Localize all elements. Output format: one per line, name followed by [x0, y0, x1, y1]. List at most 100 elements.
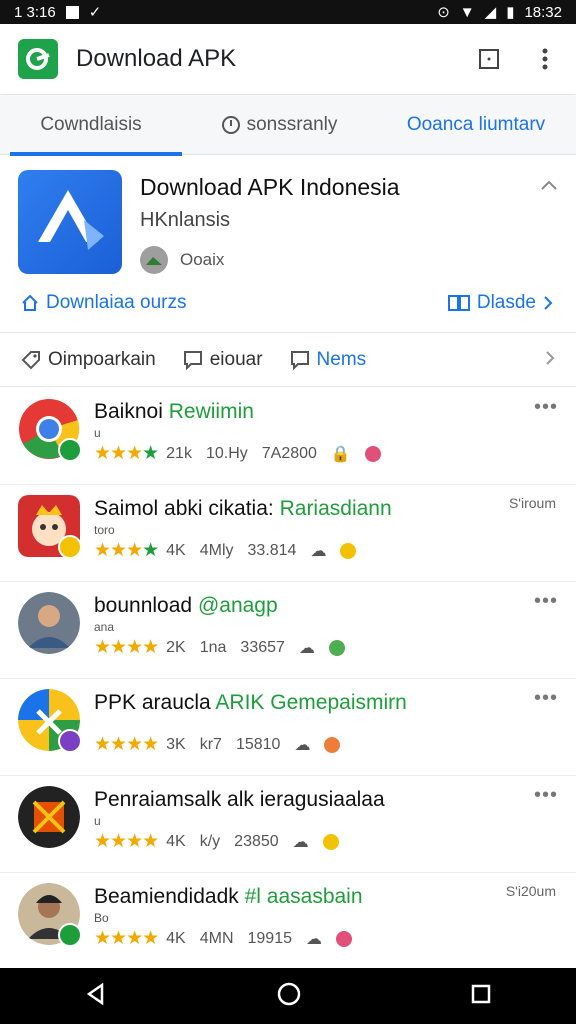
back-button[interactable] [84, 982, 108, 1011]
installs: 4MN [199, 929, 234, 947]
app-tag: ana [94, 620, 115, 634]
app-name: bounnload [94, 594, 193, 617]
more-options-icon[interactable]: ••• [534, 396, 558, 419]
tab-second[interactable]: sonssranly [182, 95, 376, 155]
cloud-icon: ☁ [294, 736, 311, 754]
tag-icon [21, 350, 40, 369]
rating-count: 4K [166, 832, 186, 850]
clock-icon [221, 115, 240, 134]
app-size: 23850 [234, 832, 279, 850]
cloud-icon: ☁ [310, 542, 327, 560]
app-size: 33657 [240, 638, 285, 656]
person-icon [18, 592, 80, 654]
chevron-right-icon[interactable] [544, 349, 556, 373]
cast-button[interactable] [476, 46, 502, 72]
rating-count: 21k [166, 444, 192, 462]
more-options-icon[interactable]: ••• [534, 687, 558, 710]
tab-downloads[interactable]: Cowndlaisis [0, 95, 182, 156]
chevron-right-icon [544, 296, 553, 310]
app-title: PPK araucla ARIK Gemepaismirn [94, 691, 407, 715]
tab-label: sonssranly [246, 113, 338, 135]
app-highlight: Rariasdiann [279, 497, 392, 520]
app-meta: ★★★★ 21k 10.Hy 7A2800 🔒 [94, 442, 381, 465]
tab-label: Ooanca liumtarv [406, 113, 546, 135]
badge-icon [58, 535, 82, 559]
app-title: Download APK [76, 45, 237, 72]
more-options-icon[interactable]: ••• [534, 590, 558, 613]
app-list-item[interactable]: PPK araucla ARIK Gemepaismirn ★★★★ 3K kr… [0, 679, 576, 776]
check-icon: ✓ [88, 4, 102, 21]
featured-app-card[interactable]: Download APK Indonesia HKnlansis Ooaix D… [0, 156, 576, 333]
details-link-label: Dlasde [476, 292, 536, 313]
app-highlight: ARIK Gemepaismirn [215, 691, 407, 714]
chevron-up-icon[interactable] [540, 178, 558, 196]
verified-badge-icon [58, 438, 82, 462]
rating-count: 4K [166, 929, 186, 947]
app-name: Baiknoi [94, 400, 163, 423]
download-link[interactable]: Downlaiaa ourzs [20, 292, 186, 314]
app-list-item[interactable]: Penraiamsalk alk ieragusiaalaa u ★★★★ 4K… [0, 776, 576, 873]
app-highlight: @anagp [197, 594, 278, 617]
app-size-label: S'iroum [508, 495, 556, 511]
filter-chip-news[interactable]: Nems [289, 349, 366, 371]
installs: 4Mly [199, 541, 234, 559]
details-link[interactable]: Dlasde [447, 292, 554, 314]
app-name: Saimol abki cikatia: [94, 497, 274, 520]
home-icon [22, 294, 38, 311]
cloud-icon: ☁ [306, 930, 322, 948]
filter-chip-compare[interactable]: Oimpoarkain [20, 349, 156, 371]
app-logo-icon[interactable] [18, 39, 58, 79]
app-meta: ★★★★ 2K 1na 33657 ☁ [94, 636, 345, 659]
featured-app-icon [18, 170, 122, 274]
status-bar: 1 3:16 ✓ ⊙ ▼ ◢ ▮ 18:32 [0, 0, 576, 24]
lock-icon: 🔒 [330, 445, 351, 463]
app-list-item[interactable]: Baiknoi Rewiimin u ★★★★ 21k 10.Hy 7A2800… [0, 388, 576, 485]
notification-icon [65, 5, 79, 19]
badge-icon [58, 729, 82, 753]
app-list-item[interactable]: bounnload @anagp ana ★★★★ 2K 1na 33657 ☁… [0, 582, 576, 679]
app-name: Penraiamsalk alk ieragusiaalaa [94, 788, 385, 811]
featured-developer: Ooaix [180, 250, 225, 269]
rating-stars-icon: ★★★★ [94, 734, 159, 755]
app-list-item[interactable]: Beamiendidadk #l aasasbain Bo ★★★★ 4K 4M… [0, 873, 576, 969]
emoji-icon [340, 542, 357, 559]
emoji-icon [324, 736, 341, 753]
app-meta: ★★★★ 4K 4Mly 33.814 ☁ [94, 539, 357, 562]
more-options-button[interactable] [532, 46, 558, 72]
app-size: 33.814 [247, 541, 297, 559]
game-icon [18, 786, 80, 848]
rating-stars-icon: ★★★★ [94, 928, 159, 949]
rating-count: 2K [166, 638, 186, 656]
app-size-label: S'i20um [505, 883, 556, 899]
app-title: Penraiamsalk alk ieragusiaalaa [94, 788, 385, 812]
app-tag: Bo [94, 911, 109, 925]
signal-icon: ◢ [484, 4, 497, 21]
app-list-item[interactable]: Saimol abki cikatia: Rariasdiann toro ★★… [0, 485, 576, 582]
featured-subtitle: HKnlansis [140, 209, 231, 231]
app-title: Beamiendidadk #l aasasbain [94, 885, 363, 909]
app-size: 19915 [247, 929, 293, 947]
app-size: 15810 [235, 735, 281, 753]
rating-stars-icon: ★★★★ [94, 831, 159, 852]
app-highlight: Rewiimin [168, 400, 254, 423]
battery-icon: ▮ [506, 4, 515, 21]
location-icon: ⊙ [437, 4, 450, 21]
back-icon [86, 982, 104, 1005]
download-link-label: Downlaiaa ourzs [46, 292, 187, 313]
rating-stars-icon: ★★★★ [94, 443, 159, 464]
emoji-icon [328, 639, 345, 656]
installs: k/y [199, 832, 221, 850]
recents-button[interactable] [470, 983, 492, 1010]
app-meta: ★★★★ 4K 4MN 19915 ☁ [94, 927, 352, 950]
more-options-icon[interactable]: ••• [534, 784, 558, 807]
filter-chip-second[interactable]: eiouar [182, 349, 263, 371]
app-highlight: #l aasasbain [244, 885, 363, 908]
app-tag: u [94, 426, 101, 440]
filter-label: eiouar [209, 348, 263, 370]
tab-third[interactable]: Ooanca liumtarv [376, 95, 576, 155]
filter-label: Oimpoarkain [48, 348, 156, 370]
tab-label: Cowndlaisis [40, 113, 142, 135]
home-button[interactable] [276, 981, 302, 1012]
tab-bar: Cowndlaisis sonssranly Ooanca liumtarv [0, 95, 576, 156]
app-meta: ★★★★ 3K kr7 15810 ☁ [94, 733, 341, 756]
